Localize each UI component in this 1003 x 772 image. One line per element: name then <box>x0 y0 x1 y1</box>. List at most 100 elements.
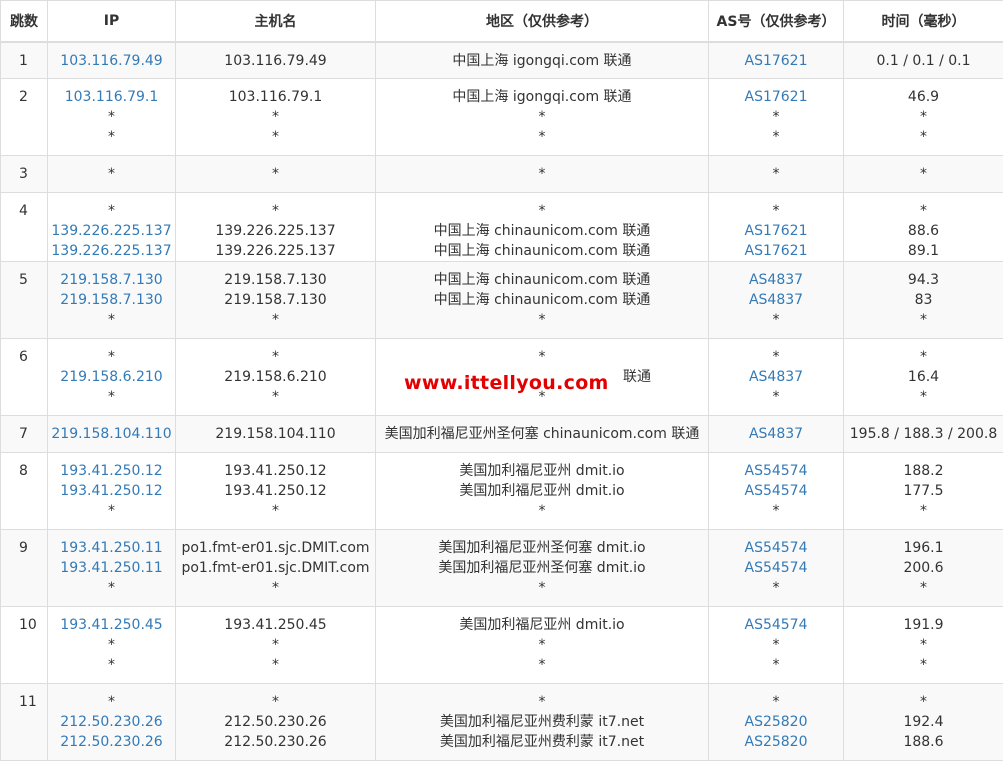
time-value: * <box>920 166 927 182</box>
hostname: 103.116.79.1 <box>228 89 323 105</box>
region-text: 美国加利福尼亚州 dmit.io <box>459 483 625 499</box>
hostname: po1.fmt-er01.sjc.DMIT.com <box>181 560 370 576</box>
time-value: * <box>920 203 927 219</box>
as-number: * <box>772 580 780 596</box>
as-number: * <box>772 694 780 710</box>
hop-number: 8 <box>0 452 48 530</box>
header-as-number: AS号（仅供参考） <box>708 0 844 43</box>
ip-address-link[interactable]: 139.226.225.137 <box>48 221 175 241</box>
hop-number: 5 <box>0 261 48 339</box>
hostname: 219.158.7.130 <box>224 272 327 288</box>
ip-address-link[interactable]: 139.226.225.137 <box>48 241 175 261</box>
ip-address-link[interactable]: 193.41.250.11 <box>48 558 175 578</box>
ip-address-link[interactable]: 219.158.6.210 <box>48 367 175 387</box>
as-number-link[interactable]: AS54574 <box>709 538 843 558</box>
as-number-link[interactable]: AS17621 <box>709 87 843 107</box>
ip-address: * <box>108 312 115 328</box>
table-row: 1 103.116.79.49 103.116.79.49 中国上海 igongqi.… <box>0 41 1003 79</box>
region-text: 美国加利福尼亚州圣何塞 chinaunicom.com 联通 <box>384 426 700 442</box>
time-value: 94.3 <box>907 272 940 288</box>
table-body: 1 103.116.79.49 103.116.79.49 中国上海 igongqi.… <box>0 41 1003 761</box>
ip-address-link[interactable]: 193.41.250.11 <box>48 538 175 558</box>
as-number-link[interactable]: AS25820 <box>709 732 843 752</box>
hostname: * <box>272 203 279 219</box>
ip-address-link[interactable]: 193.41.250.12 <box>48 481 175 501</box>
hostname-cell: * 212.50.230.26 212.50.230.26 <box>175 683 376 761</box>
time-value: * <box>920 109 927 125</box>
ip-cell: 103.116.79.49 <box>47 41 176 79</box>
time-cell: 195.8 / 188.3 / 200.8 <box>843 415 1003 453</box>
as-number-link[interactable]: AS17621 <box>709 221 843 241</box>
ip-address-link[interactable]: 103.116.79.49 <box>48 51 175 71</box>
hop-number: 1 <box>0 41 48 79</box>
header-region: 地区（仅供参考） <box>375 0 709 43</box>
ip-cell: 219.158.104.110 <box>47 415 176 453</box>
as-number-link[interactable]: AS25820 <box>709 712 843 732</box>
as-number-link[interactable]: AS54574 <box>709 615 843 635</box>
as-number-link[interactable]: AS4837 <box>709 290 843 310</box>
as-number: * <box>772 657 780 673</box>
ip-cell: 219.158.7.130 219.158.7.130 * <box>47 261 176 339</box>
as-number-link[interactable]: AS4837 <box>709 367 843 387</box>
time-value: * <box>920 129 927 145</box>
ip-cell: * 219.158.6.210 * <box>47 338 176 416</box>
region-cell: 美国加利福尼亚州圣何塞 dmit.io 美国加利福尼亚州圣何塞 dmit.io * <box>375 529 709 607</box>
ip-address: * <box>108 694 115 710</box>
region-text: * <box>538 694 546 710</box>
time-value: * <box>920 694 927 710</box>
region-text: 联通 <box>623 369 651 385</box>
time-value: 89.1 <box>907 243 940 259</box>
hostname: po1.fmt-er01.sjc.DMIT.com <box>181 540 370 556</box>
table-row: 5 219.158.7.130 219.158.7.130 * 219.158.7.13… <box>0 261 1003 339</box>
hostname-cell: po1.fmt-er01.sjc.DMIT.com po1.fmt-er01.sj… <box>175 529 376 607</box>
time-value: 200.6 <box>903 560 944 576</box>
region-text: 美国加利福尼亚州圣何塞 dmit.io <box>438 560 646 576</box>
region-text: * <box>538 203 546 219</box>
region-text: 中国上海 chinaunicom.com 联通 <box>433 223 651 239</box>
ip-address: * <box>108 389 115 405</box>
ip-address-link[interactable]: 219.158.7.130 <box>48 270 175 290</box>
as-number-link[interactable]: AS17621 <box>709 241 843 261</box>
as-number-link[interactable]: AS4837 <box>709 270 843 290</box>
as-number: * <box>772 637 780 653</box>
ip-address-link[interactable]: 193.41.250.12 <box>48 461 175 481</box>
time-value: * <box>920 312 927 328</box>
time-value: 191.9 <box>903 617 944 633</box>
time-value: 16.4 <box>907 369 940 385</box>
as-number-link[interactable]: AS4837 <box>709 424 843 444</box>
ip-address-link[interactable]: 193.41.250.45 <box>48 615 175 635</box>
ip-cell: 193.41.250.12 193.41.250.12 * <box>47 452 176 530</box>
as-number-link[interactable]: AS54574 <box>709 461 843 481</box>
time-cell: 46.9 * * <box>843 78 1003 156</box>
as-cell: AS4837 AS4837 * <box>708 261 844 339</box>
ip-address-link[interactable]: 212.50.230.26 <box>48 712 175 732</box>
ip-address: * <box>108 580 115 596</box>
ip-address-link[interactable]: 219.158.104.110 <box>48 424 175 444</box>
as-number: * <box>772 503 780 519</box>
ip-address: * <box>108 503 115 519</box>
hop-number: 4 <box>0 192 48 262</box>
ip-address-link[interactable]: 219.158.7.130 <box>48 290 175 310</box>
hostname: 103.116.79.49 <box>224 52 327 69</box>
as-number-link[interactable]: AS54574 <box>709 481 843 501</box>
time-cell: * <box>843 155 1003 193</box>
hostname: 139.226.225.137 <box>215 243 336 259</box>
region-text: * <box>538 129 546 145</box>
region-text: * <box>538 109 546 125</box>
hostname-cell: 103.116.79.1 * * <box>175 78 376 156</box>
hostname: 219.158.104.110 <box>215 426 336 442</box>
hostname: * <box>272 657 279 673</box>
region-text: * <box>538 349 546 365</box>
as-number: * <box>772 129 780 145</box>
ip-address-link[interactable]: 212.50.230.26 <box>48 732 175 752</box>
time-value: * <box>920 389 927 405</box>
ip-address-link[interactable]: 103.116.79.1 <box>48 87 175 107</box>
hop-number: 7 <box>0 415 48 453</box>
as-number-link[interactable]: AS54574 <box>709 558 843 578</box>
as-cell: AS54574 * * <box>708 606 844 684</box>
time-value: * <box>920 657 927 673</box>
hostname: * <box>272 349 279 365</box>
time-cell: 94.3 83 * <box>843 261 1003 339</box>
region-text: * <box>538 503 546 519</box>
as-number-link[interactable]: AS17621 <box>709 51 843 71</box>
